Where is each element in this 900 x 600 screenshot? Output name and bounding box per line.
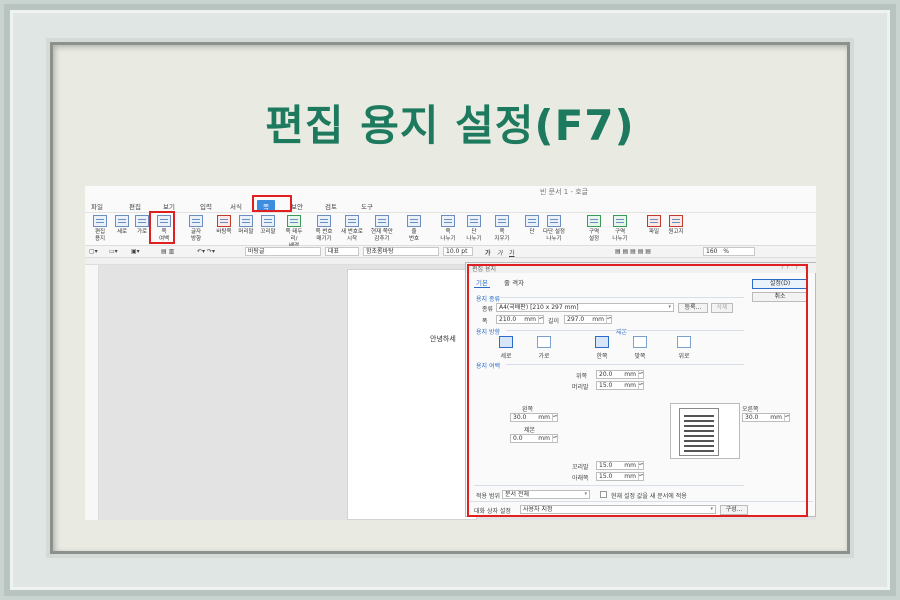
ribbon-icon (317, 215, 331, 227)
ribbon-icon (613, 215, 627, 227)
font-select[interactable]: 함초롬바탕 (363, 247, 439, 256)
ribbon-icon (495, 215, 509, 227)
ribbon-button-12[interactable]: 줄 번호 (403, 215, 425, 243)
align-icons[interactable]: ▤ ▤ ▤ ▤ ▤ (615, 248, 651, 255)
document-text: 안녕하세 (430, 335, 456, 343)
ribbon-button-8[interactable]: 쪽 테두리/ 배경 (283, 215, 305, 250)
format-bar: ▢▾ ▭▾ ▣▾ ▤ ▥ ↶▾ ↷▾ 바탕글 대표 함초롬바탕 10.0 pt … (85, 246, 816, 258)
ribbon-toolbar: 편집 용지세로가로쪽 여백글자 방향바탕쪽머리말꼬리말쪽 테두리/ 배경쪽 번호… (85, 213, 816, 249)
menu-edit[interactable]: 편집 (129, 201, 141, 211)
style-select[interactable]: 바탕글 (245, 247, 321, 256)
window-title: 빈 문서 1 - 호글 (540, 188, 589, 196)
ribbon-button-16[interactable]: 단 (521, 215, 543, 236)
slide-headline: 편집 용지 설정(F7) (265, 101, 635, 150)
ribbon-button-4[interactable]: 글자 방향 (185, 215, 207, 243)
ribbon-label: 구역 설정 (588, 229, 600, 242)
ribbon-label: 편집 용지 (94, 229, 106, 242)
menu-bar: 파일 편집 보기 입력 서식 쪽 보안 검토 도구 (85, 197, 816, 213)
ribbon-label: 세로 (116, 229, 128, 235)
menu-review[interactable]: 검토 (325, 201, 337, 211)
ribbon-label: 머리말 (238, 229, 254, 235)
ribbon-button-5[interactable]: 바탕쪽 (213, 215, 235, 236)
ribbon-icon (647, 215, 661, 227)
highlight-dialog (467, 264, 808, 517)
ribbon-label: 다단 설정 나누기 (543, 229, 565, 242)
open-icon[interactable]: ▭▾ (109, 248, 118, 255)
ribbon-label: 현재 쪽만 감추기 (371, 229, 393, 242)
left-scroll-panel (85, 265, 99, 520)
ribbon-label: 글자 방향 (190, 229, 202, 242)
ribbon-label: 단 (529, 229, 535, 235)
ribbon-icon (135, 215, 149, 227)
ribbon-icon (189, 215, 203, 227)
highlight-page-menu (252, 195, 292, 212)
ribbon-label: 쪽 나누기 (440, 229, 456, 242)
ribbon-label: 바탕쪽 (216, 229, 232, 235)
ribbon-button-14[interactable]: 단 나누기 (463, 215, 485, 243)
ribbon-label: 줄 번호 (408, 229, 420, 242)
ribbon-button-15[interactable]: 쪽 지우기 (491, 215, 513, 243)
ribbon-icon (467, 215, 481, 227)
ribbon-label: 단 나누기 (466, 229, 482, 242)
italic-button[interactable]: 가 (497, 248, 503, 257)
ribbon-label: 쪽 지우기 (494, 229, 510, 242)
ribbon-button-17[interactable]: 다단 설정 나누기 (543, 215, 565, 243)
ribbon-label: 구역 나누기 (612, 229, 628, 242)
ribbon-icon (669, 215, 683, 227)
ribbon-label: 파일 (648, 229, 660, 235)
font-size-field[interactable]: 10.0 pt (443, 247, 473, 256)
title-bar: 빈 문서 1 - 호글 (85, 186, 816, 197)
ribbon-icon (93, 215, 107, 227)
app-screenshot: 빈 문서 1 - 호글 파일 편집 보기 입력 서식 쪽 보안 검토 도구 편집… (85, 186, 816, 520)
menu-insert[interactable]: 입력 (200, 201, 212, 211)
menu-format[interactable]: 서식 (230, 201, 242, 211)
ribbon-button-9[interactable]: 쪽 번호 매기기 (313, 215, 335, 243)
ribbon-button-19[interactable]: 구역 나누기 (609, 215, 631, 243)
ribbon-icon (375, 215, 389, 227)
ribbon-button-13[interactable]: 쪽 나누기 (437, 215, 459, 243)
ribbon-label: 새 번호로 시작 (341, 229, 363, 242)
zoom-field[interactable]: 160 % (703, 247, 755, 256)
ribbon-icon (261, 215, 275, 227)
highlight-margin-button (149, 211, 175, 244)
ribbon-label: 꼬리말 (260, 229, 276, 235)
ribbon-icon (217, 215, 231, 227)
ribbon-button-11[interactable]: 현재 쪽만 감추기 (371, 215, 393, 243)
ribbon-button-1[interactable]: 세로 (111, 215, 133, 236)
language-select[interactable]: 대표 (325, 247, 359, 256)
ribbon-icon (587, 215, 601, 227)
ribbon-button-21[interactable]: 원고지 (665, 215, 687, 236)
ribbon-button-0[interactable]: 편집 용지 (89, 215, 111, 243)
print-icon[interactable]: ▤ ▥ (161, 248, 174, 255)
menu-view[interactable]: 보기 (163, 201, 175, 211)
menu-security[interactable]: 보안 (291, 201, 303, 211)
ribbon-button-18[interactable]: 구역 설정 (583, 215, 605, 243)
ribbon-icon (287, 215, 301, 227)
ribbon-icon (345, 215, 359, 227)
ribbon-button-10[interactable]: 새 번호로 시작 (341, 215, 363, 243)
new-doc-icon[interactable]: ▢▾ (89, 248, 98, 255)
ribbon-label: 원고지 (668, 229, 684, 235)
menu-file[interactable]: 파일 (91, 201, 103, 211)
ribbon-icon (407, 215, 421, 227)
document-page[interactable] (347, 269, 477, 520)
ribbon-icon (441, 215, 455, 227)
ribbon-icon (525, 215, 539, 227)
ribbon-button-6[interactable]: 머리말 (235, 215, 257, 236)
ribbon-icon (115, 215, 129, 227)
ribbon-label: 쪽 번호 매기기 (315, 229, 333, 242)
ribbon-icon (239, 215, 253, 227)
underline-button[interactable]: 가 (509, 248, 515, 257)
save-icon[interactable]: ▣▾ (131, 248, 140, 255)
ribbon-button-7[interactable]: 꼬리말 (257, 215, 279, 236)
ribbon-button-20[interactable]: 파일 (643, 215, 665, 236)
bold-button[interactable]: 가 (485, 248, 491, 257)
undo-icon[interactable]: ↶▾ ↷▾ (197, 248, 215, 255)
menu-tools[interactable]: 도구 (361, 201, 373, 211)
ribbon-icon (547, 215, 561, 227)
